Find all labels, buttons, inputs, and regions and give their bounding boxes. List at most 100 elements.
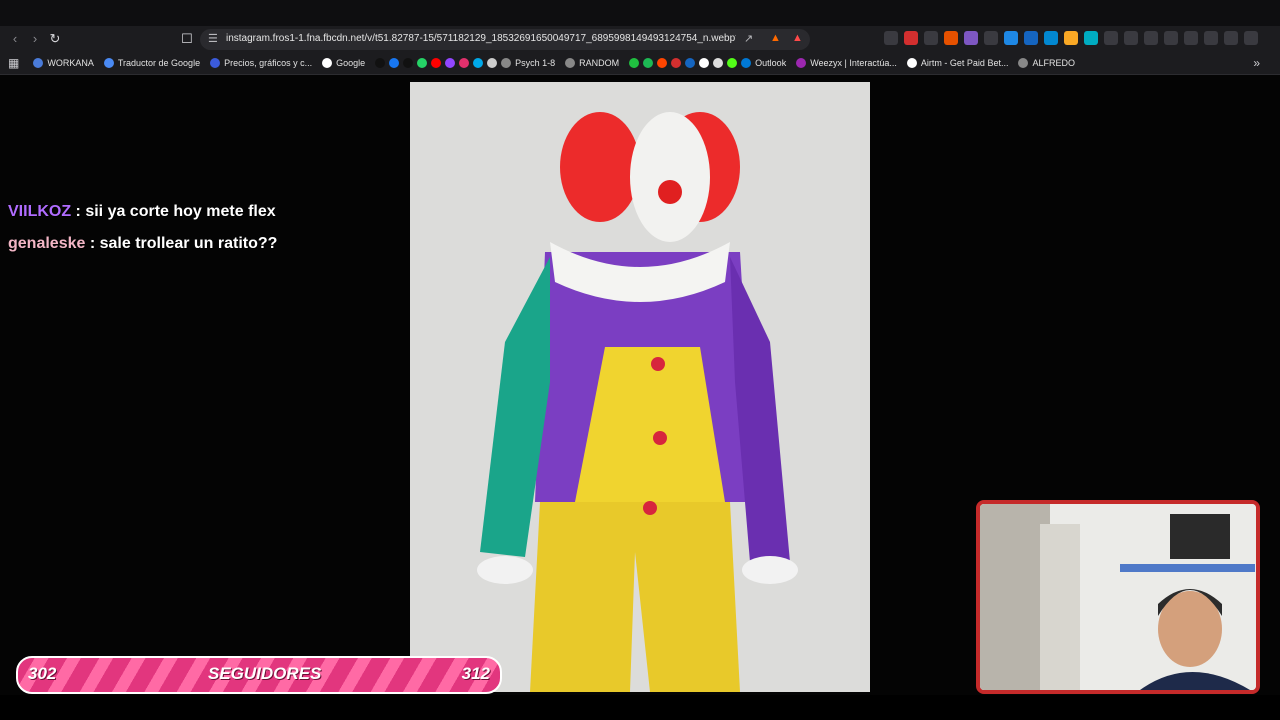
bookmark-favicon-icon — [459, 58, 470, 68]
bookmark-item[interactable] — [671, 58, 682, 68]
bookmark-item[interactable] — [643, 58, 654, 68]
bookmark-favicon-icon — [403, 58, 414, 68]
extensions-strip — [884, 31, 1258, 49]
leo-ai-icon[interactable] — [1204, 31, 1218, 45]
bookmarks-overflow-icon[interactable]: » — [1253, 56, 1260, 70]
bookmark-favicon-icon — [685, 58, 696, 68]
bookmark-favicon-icon — [473, 58, 484, 68]
chat-username: genaleske — [8, 235, 86, 252]
extension-icon[interactable] — [884, 31, 898, 45]
bookmark-favicon-icon — [210, 58, 221, 68]
share-icon[interactable]: ↗ — [744, 32, 753, 45]
extension-icon[interactable] — [1044, 31, 1058, 45]
bookmark-item[interactable]: Outlook — [741, 58, 786, 68]
apps-grid-icon[interactable]: ▦ — [8, 56, 19, 70]
bookmark-favicon-icon — [727, 58, 738, 68]
tab-strip — [0, 0, 1280, 26]
bookmark-item[interactable]: RANDOM — [565, 58, 619, 68]
bookmark-item[interactable] — [713, 58, 724, 68]
bookmark-favicon-icon — [487, 58, 498, 68]
bookmark-label: Traductor de Google — [117, 58, 201, 68]
status-bar — [0, 695, 1280, 720]
bookmark-item[interactable] — [459, 58, 470, 68]
bookmark-favicon-icon — [699, 58, 710, 68]
bookmark-label: Google — [336, 58, 366, 68]
bookmark-favicon-icon — [375, 58, 386, 68]
bookmark-item[interactable] — [685, 58, 696, 68]
bookmark-favicon-icon — [417, 58, 428, 68]
bookmark-label: RANDOM — [579, 58, 620, 68]
url-text: instagram.fros1-1.fna.fbcdn.net/v/t51.82… — [226, 33, 736, 44]
clown-image — [410, 82, 870, 692]
bookmark-icon[interactable]: ☐ — [178, 30, 196, 48]
address-bar[interactable]: ☰ instagram.fros1-1.fna.fbcdn.net/v/t51.… — [200, 29, 810, 50]
bookmark-item[interactable] — [699, 58, 710, 68]
back-icon[interactable]: ‹ — [6, 30, 24, 48]
chat-text: : sale trollear un ratito?? — [85, 235, 278, 252]
clown-photo — [410, 82, 870, 692]
bookmark-item[interactable] — [389, 58, 400, 68]
follower-goal-label: SEGUIDORES — [208, 664, 322, 683]
extension-icon[interactable] — [1004, 31, 1018, 45]
chat-text: : sii ya corte hoy mete flex — [71, 203, 276, 220]
reload-icon[interactable]: ↻ — [46, 30, 64, 48]
extension-icon[interactable] — [1064, 31, 1078, 45]
brave-shield-icon[interactable]: ▲ — [770, 32, 781, 44]
bookmark-item[interactable]: Psych 1-8 — [501, 58, 555, 68]
chat-message: VIILKOZ : sii ya corte hoy mete flex — [8, 200, 277, 232]
bookmark-item[interactable]: WORKANA — [33, 58, 94, 68]
bookmark-item[interactable] — [445, 58, 456, 68]
bookmark-favicon-icon — [906, 58, 917, 68]
bookmark-item[interactable] — [403, 58, 414, 68]
brave-rewards-icon[interactable]: ▲ — [792, 32, 803, 44]
extension-icon[interactable] — [924, 31, 938, 45]
bookmark-favicon-icon — [501, 58, 512, 68]
bookmark-item[interactable]: Traductor de Google — [103, 58, 201, 68]
bookmark-item[interactable] — [487, 58, 498, 68]
extension-icon[interactable] — [1024, 31, 1038, 45]
forward-icon[interactable]: › — [26, 30, 44, 48]
bookmark-item[interactable] — [727, 58, 738, 68]
wallet-icon[interactable] — [1184, 31, 1198, 45]
bookmark-label: Weezyx | Interactúa... — [810, 58, 897, 68]
bookmark-favicon-icon — [741, 58, 752, 68]
bookmark-item[interactable] — [375, 58, 386, 68]
bookmark-label: Airtm - Get Paid Bet... — [920, 58, 1009, 68]
bookmark-item[interactable]: Google — [322, 58, 365, 68]
follower-goal-bar: 302 SEGUIDORES 312 — [16, 656, 502, 694]
site-info-icon[interactable]: ☰ — [208, 32, 218, 45]
bookmark-label: Outlook — [755, 58, 787, 68]
webcam-overlay — [976, 500, 1260, 694]
bookmark-item[interactable]: ALFREDO — [1018, 58, 1075, 68]
media-icon[interactable] — [1144, 31, 1158, 45]
bookmark-favicon-icon — [671, 58, 682, 68]
bookmark-item[interactable] — [431, 58, 442, 68]
menu-icon[interactable] — [1244, 31, 1258, 45]
bookmark-label: ALFREDO — [1032, 58, 1075, 68]
bookmark-item[interactable] — [629, 58, 640, 68]
bookmark-favicon-icon — [643, 58, 654, 68]
bookmark-item[interactable]: Precios, gráficos y c... — [210, 58, 312, 68]
bookmark-favicon-icon — [1018, 58, 1029, 68]
extension-icon[interactable] — [904, 31, 918, 45]
sidebar-icon[interactable] — [1164, 31, 1178, 45]
bookmark-item[interactable]: Airtm - Get Paid Bet... — [906, 58, 1009, 68]
bookmark-label: Precios, gráficos y c... — [224, 58, 313, 68]
chat-message: genaleske : sale trollear un ratito?? — [8, 232, 277, 264]
bookmark-item[interactable]: Weezyx | Interactúa... — [796, 58, 897, 68]
screenshot-icon[interactable] — [1124, 31, 1138, 45]
bookmark-favicon-icon — [322, 58, 333, 68]
chat-username: VIILKOZ — [8, 203, 72, 220]
bookmark-favicon-icon — [796, 58, 807, 68]
extension-icon[interactable] — [984, 31, 998, 45]
bookmark-item[interactable] — [657, 58, 668, 68]
bookmark-favicon-icon — [565, 58, 576, 68]
vpn-icon[interactable] — [1224, 31, 1238, 45]
extensions-puzzle-icon[interactable] — [1104, 31, 1118, 45]
extension-icon[interactable] — [1084, 31, 1098, 45]
bookmarks-bar: ▦ WORKANA Traductor de Google Precios, grá… — [0, 52, 1280, 75]
bookmark-item[interactable] — [473, 58, 484, 68]
bookmark-item[interactable] — [417, 58, 428, 68]
extension-icon[interactable] — [944, 31, 958, 45]
extension-icon[interactable] — [964, 31, 978, 45]
